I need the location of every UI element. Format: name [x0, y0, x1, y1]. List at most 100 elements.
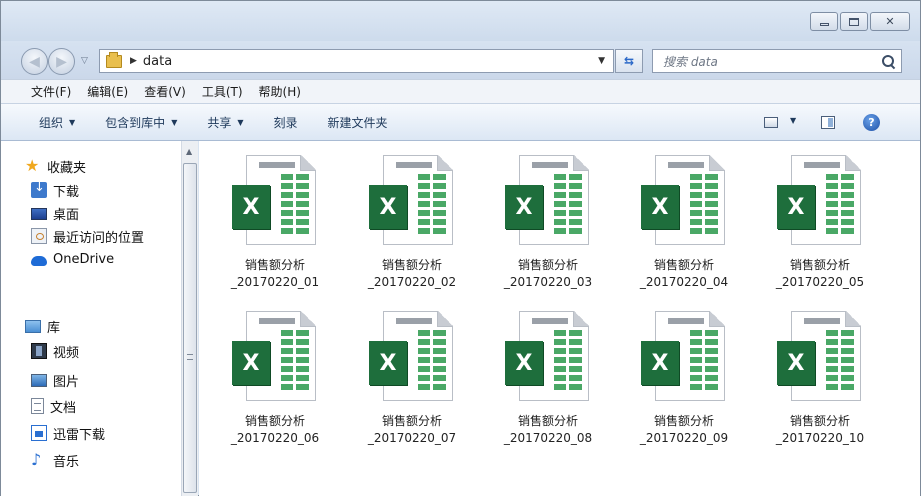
sheet-header-icon — [532, 162, 568, 168]
forward-button[interactable]: ▶ — [48, 48, 75, 75]
search-input[interactable]: 搜索 data — [652, 49, 902, 73]
file-name-line1: 销售额分析 — [653, 414, 714, 428]
breadcrumb-data[interactable]: data — [143, 54, 172, 69]
file-item[interactable]: X 销售额分析 _20170220_06 — [220, 297, 330, 447]
sheet-grid-icon — [690, 174, 718, 234]
nav-item-desktop[interactable]: 桌面 — [31, 202, 79, 224]
share-button[interactable]: 共享 ▼ — [207, 114, 243, 131]
sheet-header-icon — [668, 318, 704, 324]
include-in-library-button[interactable]: 包含到库中 ▼ — [105, 114, 177, 131]
file-list: X 销售额分析 _20170220_01 X 销售额分析 _20170220_02 X 销售额… — [199, 141, 920, 496]
file-name-line2: _20170220_03 — [503, 275, 593, 289]
file-item[interactable]: X 销售额分析 _20170220_10 — [765, 297, 875, 447]
search-icon[interactable] — [882, 54, 895, 68]
menu-view[interactable]: 查看(V) — [144, 83, 186, 100]
nav-item-thunder-downloads[interactable]: 迅雷下载 — [31, 422, 105, 444]
star-icon: ★ — [25, 156, 40, 175]
menu-help[interactable]: 帮助(H) — [259, 83, 301, 100]
organize-button[interactable]: 组织 ▼ — [39, 114, 75, 131]
sheet-header-icon — [259, 162, 295, 168]
arrow-left-icon: ◀ — [29, 53, 40, 70]
page-fold-icon — [845, 311, 861, 327]
file-name: 销售额分析 _20170220_01 — [220, 257, 330, 291]
nav-item-downloads[interactable]: 下载 — [31, 179, 79, 201]
burn-label: 刻录 — [273, 115, 298, 130]
file-name-line1: 销售额分析 — [381, 414, 442, 428]
maximize-button[interactable] — [840, 12, 868, 31]
menu-tools[interactable]: 工具(T) — [202, 83, 243, 100]
excel-badge-icon: X — [641, 185, 679, 229]
sheet-grid-icon — [281, 330, 309, 390]
file-name: 销售额分析 _20170220_02 — [357, 257, 467, 291]
desktop-icon — [31, 208, 47, 220]
excel-badge-icon: X — [369, 341, 407, 385]
nav-item-videos[interactable]: 视频 — [31, 340, 79, 362]
address-dropdown-icon[interactable]: ▼ — [598, 56, 605, 66]
page-fold-icon — [709, 155, 725, 171]
sheet-header-icon — [396, 318, 432, 324]
nav-item-recent-places[interactable]: 最近访问的位置 — [31, 225, 144, 247]
menu-file[interactable]: 文件(F) — [31, 83, 71, 100]
file-item[interactable]: X 销售额分析 _20170220_03 — [493, 141, 603, 291]
scroll-up-arrow-icon[interactable]: ▲ — [186, 147, 192, 156]
file-name-line2: _20170220_04 — [639, 275, 729, 289]
recent-pages-dropdown[interactable]: ▽ — [81, 56, 88, 66]
close-button[interactable]: ✕ — [870, 12, 910, 31]
minimize-icon — [819, 22, 829, 26]
minimize-button[interactable] — [810, 12, 838, 31]
excel-badge-icon: X — [232, 185, 270, 229]
menu-edit[interactable]: 编辑(E) — [87, 83, 128, 100]
preview-pane-icon[interactable] — [821, 116, 835, 129]
nav-libraries[interactable]: 库 — [25, 315, 60, 337]
new-folder-label: 新建文件夹 — [327, 115, 388, 130]
sheet-grid-icon — [554, 174, 582, 234]
file-name-line2: _20170220_01 — [230, 275, 320, 289]
excel-file-icon: X — [639, 155, 729, 257]
nav-item-documents[interactable]: 文档 — [31, 395, 76, 417]
file-name-line2: _20170220_10 — [775, 431, 865, 445]
file-name: 销售额分析 _20170220_07 — [357, 413, 467, 447]
nav-item-music[interactable]: ♪ 音乐 — [31, 449, 79, 471]
change-view-icon[interactable] — [764, 117, 778, 128]
share-label: 共享 — [207, 115, 232, 130]
nav-item-label: 桌面 — [53, 207, 80, 223]
file-item[interactable]: X 销售额分析 _20170220_07 — [357, 297, 467, 447]
file-item[interactable]: X 销售额分析 _20170220_02 — [357, 141, 467, 291]
menu-bar: 文件(F) 编辑(E) 查看(V) 工具(T) 帮助(H) — [1, 79, 920, 103]
navigation-scrollbar[interactable]: ▲ — [181, 141, 198, 496]
nav-item-label: 迅雷下载 — [53, 427, 106, 443]
file-name-line2: _20170220_05 — [775, 275, 865, 289]
file-name: 销售额分析 _20170220_09 — [629, 413, 739, 447]
file-item[interactable]: X 销售额分析 _20170220_01 — [220, 141, 330, 291]
burn-button[interactable]: 刻录 — [274, 114, 298, 131]
breadcrumb-arrow-icon[interactable]: ▶ — [130, 56, 137, 66]
arrow-right-icon: ▶ — [56, 53, 67, 70]
excel-file-icon: X — [503, 311, 593, 413]
download-folder-icon — [31, 180, 47, 198]
page-fold-icon — [845, 155, 861, 171]
file-name: 销售额分析 _20170220_10 — [765, 413, 875, 447]
nav-favorites[interactable]: ★ 收藏夹 — [25, 155, 86, 177]
sheet-header-icon — [804, 162, 840, 168]
file-item[interactable]: X 销售额分析 _20170220_04 — [629, 141, 739, 291]
nav-item-pictures[interactable]: 图片 — [31, 369, 79, 391]
file-name-line2: _20170220_02 — [367, 275, 457, 289]
address-bar[interactable]: ▶ data ▼ — [99, 49, 614, 73]
help-icon[interactable]: ? — [863, 114, 880, 131]
file-item[interactable]: X 销售额分析 _20170220_05 — [765, 141, 875, 291]
file-name: 销售额分析 _20170220_04 — [629, 257, 739, 291]
file-item[interactable]: X 销售额分析 _20170220_09 — [629, 297, 739, 447]
view-options-chevron-icon[interactable]: ▼ — [790, 116, 796, 125]
nav-item-onedrive[interactable]: OneDrive — [31, 248, 114, 270]
scroll-thumb[interactable] — [183, 163, 197, 493]
new-folder-button[interactable]: 新建文件夹 — [328, 114, 388, 131]
excel-file-icon: X — [367, 311, 457, 413]
sheet-header-icon — [804, 318, 840, 324]
file-item[interactable]: X 销售额分析 _20170220_08 — [493, 297, 603, 447]
back-button[interactable]: ◀ — [21, 48, 48, 75]
nav-libraries-label: 库 — [47, 320, 61, 336]
refresh-button[interactable]: ⇆ — [615, 49, 643, 73]
page-fold-icon — [709, 311, 725, 327]
recent-places-icon — [31, 228, 47, 244]
document-icon — [31, 398, 44, 414]
